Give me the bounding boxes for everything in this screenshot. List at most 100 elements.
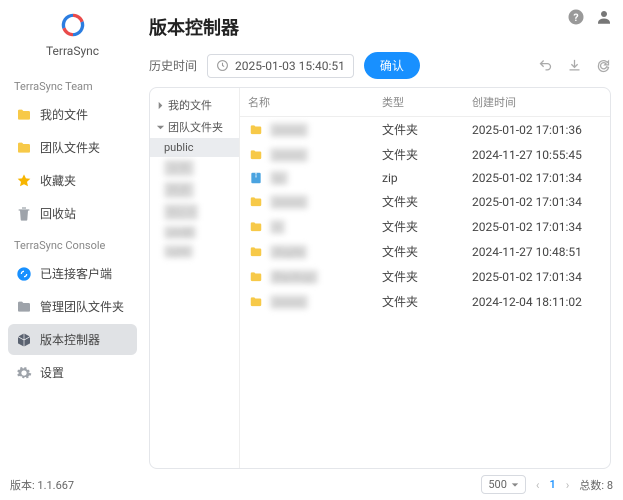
gear-icon (16, 365, 32, 381)
footer: 版本: 1.1.667 500 ‹ 1 › 总数: 8 (0, 469, 623, 500)
nav-label: 版本控制器 (40, 331, 100, 348)
file-date: 2025-01-02 17:01:34 (472, 270, 602, 284)
file-date: 2024-11-27 10:55:45 (472, 148, 602, 162)
tree-team-folder[interactable]: 团队文件夹 (150, 116, 239, 138)
refresh-icon[interactable] (596, 58, 611, 73)
file-date: 2025-01-02 17:01:34 (472, 171, 602, 185)
download-icon[interactable] (567, 58, 582, 73)
content-panel: 我的文件 团队文件夹 public 文件 同步 份2.0 zedB uple 名… (149, 87, 611, 469)
nav-label: 设置 (40, 364, 64, 381)
section-console: TerraSync Console (8, 231, 137, 256)
col-created[interactable]: 创建时间 (472, 94, 602, 110)
clock-icon (216, 59, 229, 72)
nav-label: 团队文件夹 (40, 139, 100, 156)
col-name[interactable]: 名称 (248, 94, 382, 110)
file-name: Backup (270, 270, 318, 284)
tree-node[interactable]: uple (150, 242, 239, 261)
toolbar: 历史时间 2025-01-03 15:40:51 确认 (149, 52, 611, 79)
file-name: xxxxx (270, 295, 308, 309)
file-name: xxxxx (270, 148, 308, 162)
page-current: 1 (550, 478, 556, 491)
nav-my-files[interactable]: 我的文件 (8, 99, 137, 130)
tree-node-public[interactable]: public (150, 138, 239, 157)
file-type: 文件夹 (382, 243, 472, 260)
page-size-select[interactable]: 500 (481, 475, 526, 494)
file-type: 文件夹 (382, 268, 472, 285)
table-row[interactable]: ip zip2025-01-02 17:01:34 (240, 167, 610, 189)
section-team: TerraSync Team (8, 72, 137, 97)
file-name: xxxxx (270, 195, 308, 209)
page-prev[interactable]: ‹ (536, 478, 540, 492)
help-icon[interactable]: ? (567, 8, 585, 26)
table-row[interactable]: xxxxx 文件夹2025-01-02 17:01:34 (240, 189, 610, 214)
file-name: ip (270, 171, 288, 185)
file-table: 名称 类型 创建时间 xxxxx文件夹2025-01-02 17:01:36xx… (240, 88, 610, 468)
datetime-input[interactable]: 2025-01-03 15:40:51 (207, 54, 354, 78)
file-name: n (270, 220, 285, 234)
tree-node[interactable]: zedB (150, 223, 239, 242)
confirm-button[interactable]: 确认 (364, 52, 420, 79)
file-type: zip (382, 171, 472, 185)
chevron-right-icon (156, 101, 165, 110)
file-type: 文件夹 (382, 293, 472, 310)
chevron-down-icon (156, 123, 165, 132)
datetime-value: 2025-01-03 15:40:51 (235, 59, 345, 73)
link-icon (16, 266, 32, 282)
undo-icon[interactable] (538, 58, 553, 73)
folder-icon (16, 107, 32, 123)
nav-settings[interactable]: 设置 (8, 357, 137, 388)
file-name: duple (270, 245, 307, 259)
file-date: 2024-12-04 18:11:02 (472, 295, 602, 309)
file-type: 文件夹 (382, 146, 472, 163)
file-type: 文件夹 (382, 193, 472, 210)
file-name: xxxxx (270, 123, 308, 137)
cube-icon (16, 332, 32, 348)
file-type: 文件夹 (382, 121, 472, 138)
version-text: 版本: 1.1.667 (10, 477, 74, 493)
folder-icon (16, 140, 32, 156)
nav-label: 收藏夹 (40, 172, 76, 189)
file-date: 2024-11-27 10:48:51 (472, 245, 602, 259)
brand-name: TerraSync (46, 44, 99, 58)
file-date: 2025-01-02 17:01:34 (472, 220, 602, 234)
tree-node[interactable]: 份2.0 (150, 201, 239, 223)
table-row[interactable]: n 文件夹2025-01-02 17:01:34 (240, 214, 610, 239)
star-icon (16, 173, 32, 189)
nav-label: 已连接客户端 (40, 265, 112, 282)
folder-gear-icon (16, 299, 32, 315)
chevron-down-icon (511, 481, 519, 489)
nav-clients[interactable]: 已连接客户端 (8, 258, 137, 289)
trash-icon (16, 206, 32, 222)
table-row[interactable]: Backup 文件夹2025-01-02 17:01:34 (240, 264, 610, 289)
file-type: 文件夹 (382, 218, 472, 235)
tree-node[interactable]: 文件 (150, 157, 239, 179)
tree-node[interactable]: 同步 (150, 179, 239, 201)
page-next[interactable]: › (566, 478, 570, 492)
page-title: 版本控制器 (149, 14, 611, 40)
file-date: 2025-01-02 17:01:36 (472, 123, 602, 137)
table-header: 名称 类型 创建时间 (240, 88, 610, 117)
main: 版本控制器 历史时间 2025-01-03 15:40:51 确认 我的文件 (145, 0, 623, 469)
sidebar: TerraSync TerraSync Team 我的文件 团队文件夹 收藏夹 … (0, 0, 145, 469)
nav-team-folder[interactable]: 团队文件夹 (8, 132, 137, 163)
nav-label: 回收站 (40, 205, 76, 222)
col-type[interactable]: 类型 (382, 94, 472, 110)
tree-my-files[interactable]: 我的文件 (150, 94, 239, 116)
total-count: 总数: 8 (579, 477, 613, 493)
nav-recycle[interactable]: 回收站 (8, 198, 137, 229)
nav-manage-team[interactable]: 管理团队文件夹 (8, 291, 137, 322)
file-date: 2025-01-02 17:01:34 (472, 195, 602, 209)
history-label: 历史时间 (149, 57, 197, 74)
table-row[interactable]: xxxxx 文件夹2024-12-04 18:11:02 (240, 289, 610, 314)
nav-version-control[interactable]: 版本控制器 (8, 324, 137, 355)
pager: 500 ‹ 1 › 总数: 8 (481, 475, 613, 494)
nav-favorites[interactable]: 收藏夹 (8, 165, 137, 196)
table-row[interactable]: duple 文件夹2024-11-27 10:48:51 (240, 239, 610, 264)
table-row[interactable]: xxxxx 文件夹2025-01-02 17:01:36 (240, 117, 610, 142)
user-icon[interactable] (595, 8, 613, 26)
table-row[interactable]: xxxxx 文件夹2024-11-27 10:55:45 (240, 142, 610, 167)
svg-text:?: ? (573, 11, 578, 24)
brand-icon (58, 10, 88, 40)
folder-tree: 我的文件 团队文件夹 public 文件 同步 份2.0 zedB uple (150, 88, 240, 468)
logo: TerraSync (8, 10, 137, 58)
